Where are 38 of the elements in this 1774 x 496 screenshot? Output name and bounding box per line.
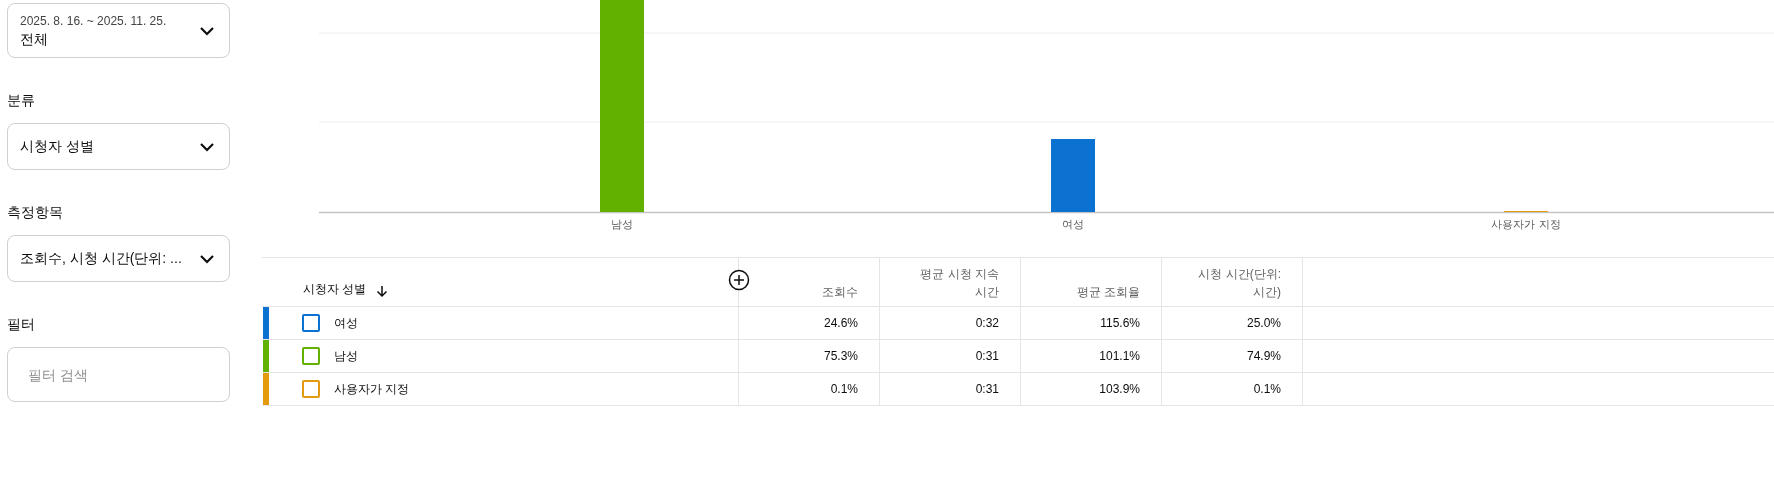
table-cell-text: 0:31 <box>975 348 999 365</box>
date-range-dropdown[interactable]: 2025. 8. 16. ~ 2025. 11. 25. 전체 <box>7 3 230 58</box>
chevron-down-icon <box>199 253 215 264</box>
table-cell-text: 0:32 <box>975 315 999 332</box>
table-cell-text: 사용자가 지정 <box>334 381 410 398</box>
section-label: 분류 <box>7 91 36 110</box>
dropdown[interactable]: 시청자 성별 <box>7 123 230 170</box>
checkbox[interactable] <box>302 314 320 332</box>
table-cell-text: 0.1% <box>1253 381 1281 398</box>
table-cell-text: 0.1% <box>830 381 858 398</box>
column-header[interactable]: 시청자 성별 <box>303 280 367 298</box>
column-header[interactable]: 평균 조회율 <box>1048 283 1140 301</box>
section-label: 필터 <box>7 315 36 334</box>
column-header[interactable]: 시청 시간(단위: 시간) <box>1189 265 1281 301</box>
table-cell-text: 25.0% <box>1246 315 1281 332</box>
filter-search-field[interactable]: 필터 검색 <box>7 347 230 402</box>
table-cell-text: 115.6% <box>1100 315 1140 332</box>
checkbox[interactable] <box>302 347 320 365</box>
axis-label: 사용자가 지정 <box>1491 217 1561 232</box>
table-cell-text: 101.1% <box>1099 348 1140 365</box>
table-cell-text: 24.6% <box>823 315 858 332</box>
column-header[interactable]: 평균 시청 지속 시간 <box>907 265 999 301</box>
checkbox[interactable] <box>302 380 320 398</box>
chevron-down-icon <box>199 141 215 152</box>
sort-arrow-icon[interactable] <box>376 285 389 298</box>
axis-label: 여성 <box>1062 217 1084 232</box>
table-cell-text: 75.3% <box>823 348 858 365</box>
axis-label: 남성 <box>611 217 633 232</box>
section-label: 측정항목 <box>7 203 64 222</box>
table-cell-text: 여성 <box>334 315 358 332</box>
dropdown[interactable]: 조회수, 시청 시간(단위: ... <box>7 235 230 282</box>
table-cell-text: 남성 <box>334 348 358 365</box>
table-cell-text: 74.9% <box>1246 348 1281 365</box>
column-header[interactable]: 조회수 <box>766 283 858 301</box>
table-cell-text: 0:31 <box>975 381 999 398</box>
add-column-icon[interactable] <box>728 269 750 291</box>
table-cell-text: 103.9% <box>1099 381 1140 398</box>
chevron-down-icon <box>199 25 215 36</box>
